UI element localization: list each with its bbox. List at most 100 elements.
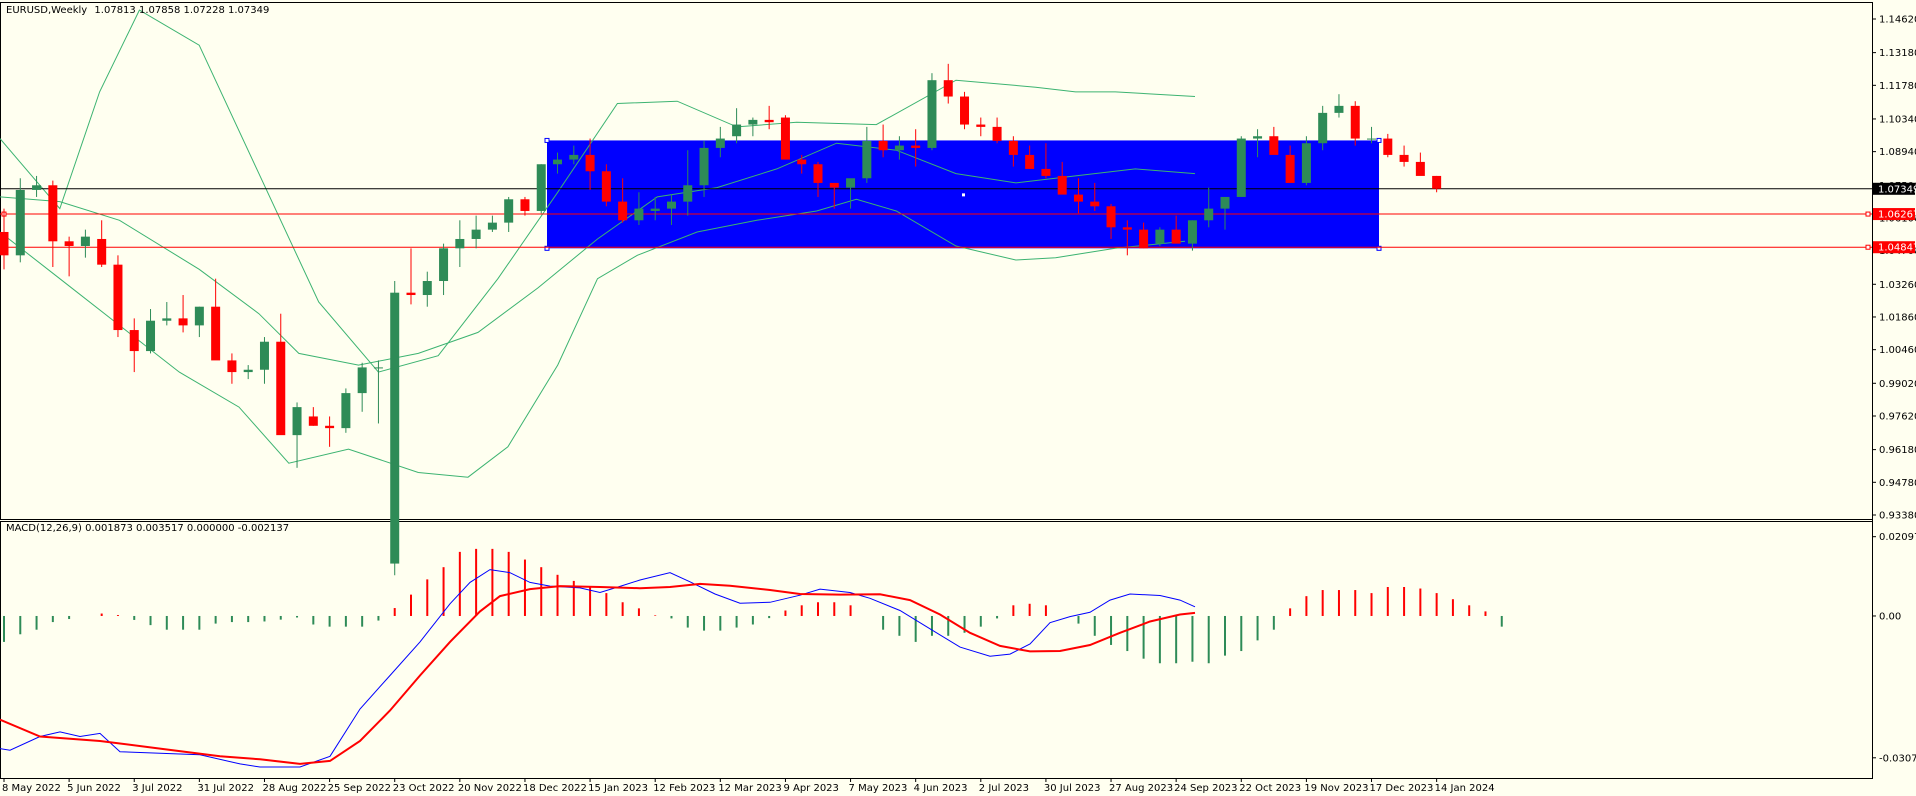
date-tick-label: 9 Apr 2023: [783, 783, 838, 794]
date-tick-label: 19 Nov 2023: [1304, 783, 1368, 794]
candle-bull: [1253, 136, 1263, 139]
candle-bull: [194, 306, 204, 326]
candle-bear: [764, 119, 774, 123]
candle-bear: [1025, 154, 1035, 169]
candle-bull: [666, 201, 676, 209]
candle-bear: [1122, 227, 1132, 230]
candle-bull: [1204, 208, 1214, 221]
candle-bear: [1041, 168, 1051, 176]
date-tick-label: 25 Sep 2022: [328, 783, 391, 794]
date-tick-label: 4 Jun 2023: [914, 783, 968, 794]
candle-bear: [911, 145, 921, 148]
date-tick-label: 18 Dec 2022: [523, 783, 587, 794]
price-tick-label: 1.14620: [1879, 15, 1916, 26]
date-tick-label: 28 Aug 2022: [262, 783, 326, 794]
macd-tick-label: 0.00: [1879, 611, 1901, 622]
candle-bear: [520, 199, 530, 211]
candle-bull: [1187, 220, 1197, 244]
candle-bull: [1318, 112, 1328, 144]
candle-bull: [487, 222, 497, 230]
candle-bull: [80, 236, 90, 246]
date-tick-label: 17 Dec 2023: [1370, 783, 1434, 794]
candle-bull: [1155, 229, 1165, 244]
candle-bull: [683, 185, 693, 202]
candle-bull: [1220, 196, 1230, 209]
price-tick-label: 0.99020: [1879, 379, 1916, 390]
candle-bear: [1285, 154, 1295, 183]
candle-bear: [1139, 229, 1149, 249]
date-tick-label: 24 Sep 2023: [1174, 783, 1237, 794]
price-tick-label: 0.93380: [1879, 511, 1916, 522]
candle-bear: [585, 154, 595, 172]
candle-bull: [471, 229, 481, 239]
symbol-label: EURUSD,Weekly: [6, 5, 87, 16]
candle-bear: [1106, 206, 1116, 228]
candle-bull: [846, 178, 856, 188]
candle-bear: [943, 80, 953, 97]
candle-bear: [829, 182, 839, 188]
date-tick-label: 23 Oct 2022: [393, 783, 455, 794]
date-tick-label: 5 Jun 2022: [67, 783, 121, 794]
ohlc-values: 1.07813 1.07858 1.07228 1.07349: [94, 5, 269, 16]
candle-bull: [862, 140, 872, 179]
symbol-header: EURUSD,Weekly 1.07813 1.07858 1.07228 1.…: [6, 5, 269, 16]
candle-bear: [1171, 229, 1181, 244]
candle-bear: [325, 425, 335, 429]
candle-bull: [1334, 105, 1344, 113]
candle-bear: [1057, 175, 1067, 195]
date-tick-label: 27 Aug 2023: [1109, 783, 1173, 794]
date-tick-label: 8 May 2022: [2, 783, 61, 794]
candle-bull: [504, 199, 514, 223]
candle-bull: [536, 164, 546, 211]
candle-bear: [113, 264, 123, 331]
candle-bear: [992, 126, 1002, 141]
candle-bear: [227, 360, 237, 373]
price-tick-label: 0.94780: [1879, 478, 1916, 489]
candle-bull: [927, 80, 937, 148]
candle-bull: [1367, 138, 1377, 140]
candle-bull: [146, 320, 156, 352]
candle-bull: [439, 248, 449, 282]
candle-bear: [878, 140, 888, 151]
candle-bear: [406, 292, 416, 296]
candle-bear: [0, 231, 9, 256]
candle-bear: [976, 124, 986, 127]
candle-bear: [1269, 136, 1279, 155]
candle-bull: [455, 238, 465, 249]
date-tick-label: 20 Nov 2022: [458, 783, 522, 794]
macd-tick-label: 0.020974: [1879, 532, 1916, 543]
candle-bull: [390, 292, 400, 564]
candle-bull: [292, 407, 302, 436]
candle-bull: [715, 138, 725, 148]
candle-bear: [1432, 175, 1442, 189]
candle-bear: [1415, 161, 1425, 176]
candle-bear: [48, 185, 58, 242]
candle-bull: [699, 147, 709, 186]
hline-handle-right: [1865, 211, 1871, 217]
date-tick-label: 14 Jan 2024: [1435, 783, 1495, 794]
candle-bear: [276, 341, 286, 436]
candle-bull: [32, 185, 42, 190]
candle-bull: [553, 159, 563, 165]
candle-bull: [650, 208, 660, 211]
date-tick-label: 30 Jul 2023: [1044, 783, 1101, 794]
price-tick-label: 1.03260: [1879, 280, 1916, 291]
rectangle-handle: [544, 137, 550, 143]
price-tick-label: 0.97620: [1879, 411, 1916, 422]
candle-bear: [1090, 201, 1100, 207]
chart-svg: 1.146201.131801.117801.103401.089401.075…: [0, 0, 1916, 796]
candle-bear: [1008, 140, 1018, 155]
price-tick-label: 1.08940: [1879, 147, 1916, 158]
date-tick-label: 2 Jul 2023: [979, 783, 1029, 794]
candle-bear: [211, 306, 221, 361]
candle-bull: [243, 369, 253, 373]
candle-bear: [813, 164, 823, 183]
date-tick-label: 15 Jan 2023: [588, 783, 648, 794]
candle-bear: [129, 330, 139, 352]
candle-bull: [569, 154, 579, 160]
macd-header: MACD(12,26,9) 0.001873 0.003517 0.000000…: [6, 523, 289, 534]
candle-bull: [634, 208, 644, 221]
candle-bear: [1350, 105, 1360, 139]
price-tick-label: 0.96180: [1879, 445, 1916, 456]
hline-handle-right: [1865, 244, 1871, 250]
